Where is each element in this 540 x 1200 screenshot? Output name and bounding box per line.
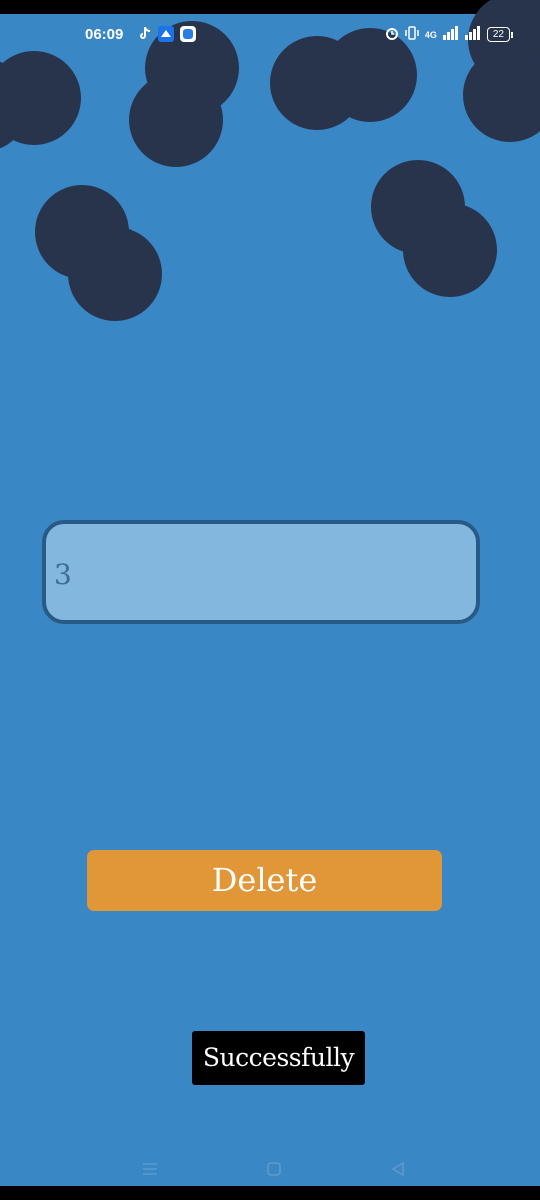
delete-button[interactable]: Delete — [87, 850, 442, 911]
vibrate-icon — [405, 26, 419, 43]
input-value: 3 — [54, 558, 72, 591]
signal-icon — [442, 26, 459, 43]
status-bar: 06:09 4G 22 — [0, 14, 540, 58]
signal-icon-2 — [464, 26, 481, 43]
app-screen: 06:09 4G 22 3 Delete Successfully — [0, 0, 540, 1200]
navigation-bar — [0, 1150, 540, 1186]
tiktok-icon — [138, 26, 152, 46]
drive-icon — [158, 26, 174, 46]
bubble — [129, 73, 223, 167]
bubble — [68, 227, 162, 321]
system-status-icons: 4G 22 — [385, 26, 514, 43]
toast-message: Successfully — [192, 1031, 365, 1085]
alarm-icon — [385, 26, 399, 43]
number-input[interactable]: 3 — [42, 520, 480, 624]
network-type: 4G — [424, 29, 437, 40]
back-icon[interactable] — [385, 1156, 411, 1182]
bubble — [403, 203, 497, 297]
battery-icon: 22 — [486, 27, 514, 42]
bottom-black-bar — [0, 1186, 540, 1200]
home-icon[interactable] — [261, 1156, 287, 1182]
status-time: 06:09 — [85, 26, 124, 43]
notification-icons — [138, 26, 196, 46]
app-icon — [180, 26, 196, 46]
menu-icon[interactable] — [137, 1156, 163, 1182]
